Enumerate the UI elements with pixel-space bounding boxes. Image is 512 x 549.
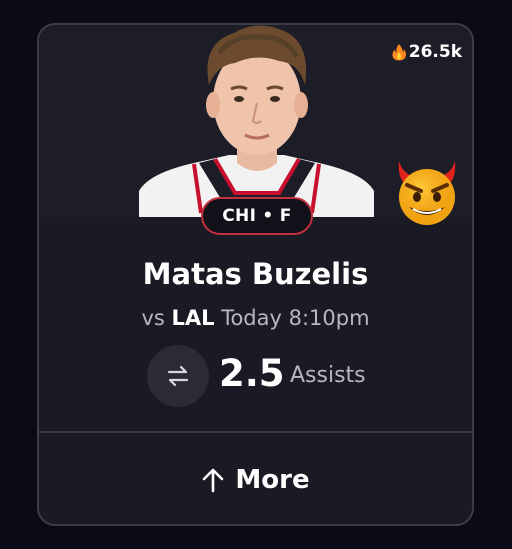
player-name: Matas Buzelis <box>142 257 369 291</box>
vs-prefix: vs <box>141 306 165 330</box>
game-info: vs LAL Today 8:10pm <box>39 306 472 330</box>
arrow-up-icon <box>203 468 224 492</box>
stat-type: Assists <box>290 363 366 388</box>
team-position-badge: CHI • F <box>201 197 313 235</box>
heat-count: 26.5k <box>408 42 462 62</box>
more-button[interactable]: More <box>39 433 472 524</box>
opponent-team: LAL <box>171 306 215 330</box>
flame-icon <box>392 44 406 61</box>
swap-button[interactable] <box>147 345 209 407</box>
line-value: 2.5 <box>219 352 285 395</box>
devil-emoji-icon <box>398 161 456 225</box>
more-label: More <box>235 464 310 495</box>
swap-arrows-icon <box>167 365 189 387</box>
heat-indicator: 26.5k <box>391 42 462 62</box>
player-photo <box>139 25 374 217</box>
game-time: Today 8:10pm <box>221 306 370 330</box>
player-prop-card[interactable]: 26.5k CHI • F Matas Buzelis vs LAL Today… <box>37 23 474 526</box>
